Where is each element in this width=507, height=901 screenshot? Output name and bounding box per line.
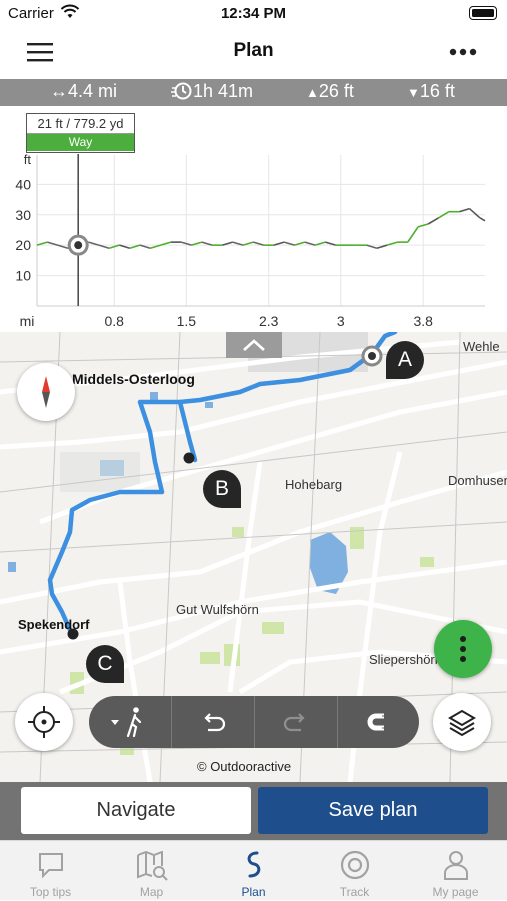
compass-button[interactable] bbox=[17, 363, 75, 421]
y-tick-label: 20 bbox=[15, 237, 31, 253]
y-tick-label: 30 bbox=[15, 207, 31, 223]
ascent-icon: ▲ bbox=[306, 85, 319, 100]
x-tick-label: 2.3 bbox=[259, 313, 279, 329]
descent-stat: ▼16 ft bbox=[407, 81, 455, 101]
tab-plan[interactable]: Plan bbox=[203, 841, 304, 901]
plan-toolbar bbox=[89, 696, 419, 748]
distance-stat: ↔4.4 mi bbox=[50, 81, 118, 101]
layers-button[interactable] bbox=[433, 693, 491, 751]
duration-stat: 1h 41m bbox=[171, 81, 253, 102]
locate-button[interactable] bbox=[15, 693, 73, 751]
clock: 12:34 PM bbox=[220, 5, 287, 22]
map-search-icon bbox=[137, 851, 168, 881]
route-stats-bar: ↔4.4 mi 1h 41m ▲26 ft ▼16 ft bbox=[0, 79, 507, 106]
elevation-cursor-dot bbox=[74, 241, 83, 250]
speech-bubble-icon bbox=[39, 853, 63, 879]
tab-my-page[interactable]: My page bbox=[405, 841, 506, 901]
tooltip-value: 21 ft / 779.2 yd bbox=[27, 114, 134, 134]
waypoint-c-marker[interactable]: C bbox=[86, 645, 124, 683]
more-dots-icon[interactable] bbox=[449, 48, 477, 56]
elevation-segment bbox=[469, 208, 481, 219]
y-tick-label: 10 bbox=[15, 268, 31, 284]
x-tick-label: 1.5 bbox=[177, 313, 197, 329]
save-plan-button[interactable]: Save plan bbox=[258, 787, 488, 834]
descent-icon: ▼ bbox=[407, 85, 420, 100]
route-s-icon bbox=[247, 851, 261, 878]
tab-map[interactable]: Map bbox=[101, 841, 202, 901]
map-attribution: © Outdooractive bbox=[197, 759, 292, 774]
crosshair-icon bbox=[28, 706, 60, 738]
user-icon bbox=[444, 851, 468, 880]
redo-button[interactable] bbox=[255, 696, 337, 748]
activity-select-button[interactable] bbox=[89, 696, 171, 748]
more-options-fab[interactable] bbox=[434, 620, 492, 678]
x-tick-label: 3.8 bbox=[413, 313, 433, 329]
status-bar: Carrier 12:34 PM bbox=[0, 0, 507, 28]
elevation-segment bbox=[427, 217, 440, 225]
battery-icon bbox=[469, 6, 497, 20]
record-icon bbox=[340, 850, 370, 880]
distance-icon: ↔ bbox=[50, 81, 68, 101]
elevation-tooltip: 21 ft / 779.2 yd Way bbox=[26, 113, 135, 153]
x-tick-label: 0.8 bbox=[105, 313, 125, 329]
y-axis-unit: ft bbox=[24, 152, 32, 167]
tooltip-surface: Way bbox=[27, 134, 134, 151]
undo-icon bbox=[204, 713, 226, 732]
redo-icon bbox=[283, 713, 305, 732]
tab-track[interactable]: Track bbox=[304, 841, 405, 901]
duration-icon bbox=[171, 82, 192, 100]
map-view[interactable]: Middels-Osterloog Wehle Hohebarg Domhuse… bbox=[0, 332, 507, 782]
action-bar: Navigate Save plan bbox=[0, 782, 507, 840]
nav-bar: Plan bbox=[0, 28, 507, 78]
elevation-profile[interactable]: 10 20 30 40 ft 0.8 1.5 2.3 3 3.8 mi 21 ft / 779.2 … bbox=[0, 106, 507, 332]
undo-button[interactable] bbox=[172, 696, 254, 748]
elevation-segment bbox=[479, 217, 486, 222]
elevation-segment bbox=[459, 207, 470, 213]
hiking-icon bbox=[111, 707, 142, 738]
tab-top-tips[interactable]: Top tips bbox=[0, 841, 101, 901]
compass-icon bbox=[42, 376, 50, 408]
vertical-dots-icon bbox=[460, 636, 466, 662]
ascent-stat: ▲26 ft bbox=[306, 81, 354, 101]
layers-icon bbox=[448, 709, 476, 737]
magnet-icon bbox=[367, 713, 385, 731]
y-tick-label: 40 bbox=[15, 176, 31, 192]
navigate-button[interactable]: Navigate bbox=[21, 787, 251, 834]
page-title: Plan bbox=[233, 40, 274, 61]
tab-bar: Top tips Map Plan Track My page bbox=[0, 840, 507, 900]
waypoint-b-marker[interactable]: B bbox=[203, 470, 241, 508]
x-tick-label: 3 bbox=[337, 313, 345, 329]
snap-to-route-button[interactable] bbox=[338, 696, 420, 748]
x-axis-unit: mi bbox=[20, 313, 35, 329]
elevation-segment bbox=[407, 226, 419, 243]
waypoint-a-marker[interactable]: A bbox=[386, 341, 424, 379]
